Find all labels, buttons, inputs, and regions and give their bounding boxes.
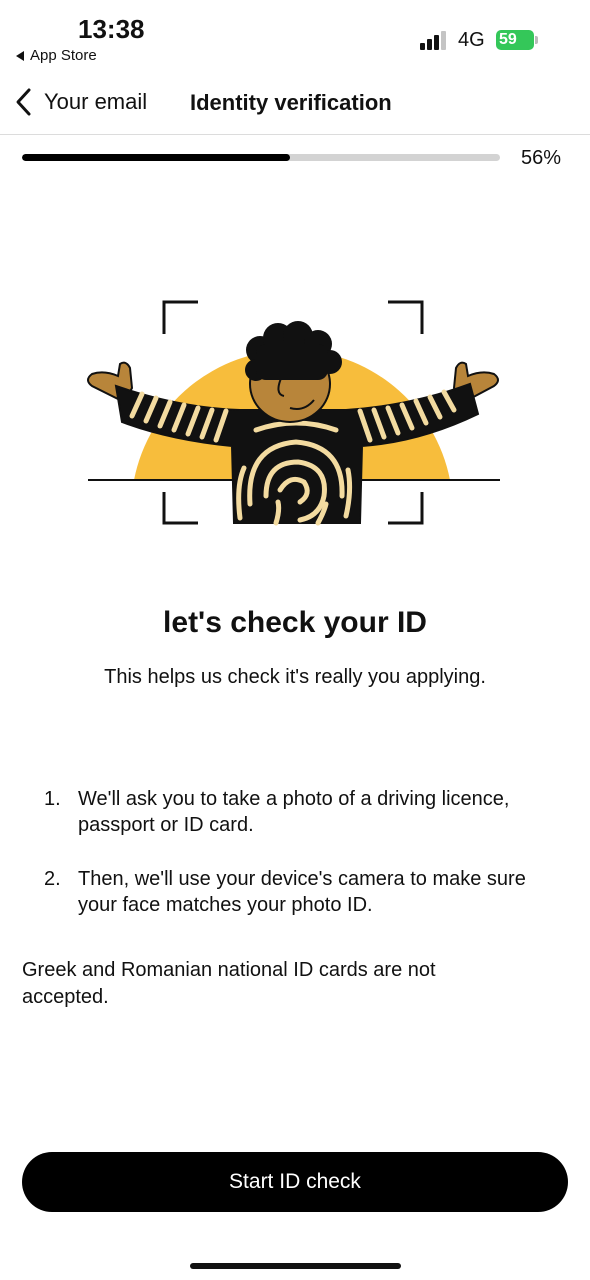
id-restriction-note: Greek and Romanian national ID cards are… xyxy=(22,959,436,1008)
home-indicator[interactable] xyxy=(190,1263,401,1269)
start-id-check-button[interactable]: Start ID check xyxy=(22,1152,568,1212)
chevron-left-icon xyxy=(16,88,31,116)
back-triangle-icon xyxy=(16,50,24,61)
back-app-label: App Store xyxy=(30,47,97,64)
navigation-bar: Your email Identity verification xyxy=(0,78,590,135)
back-to-app-store-link[interactable]: App Store xyxy=(16,47,97,64)
step-number: 1. xyxy=(44,788,61,810)
subtitle: This helps us check it's really you appl… xyxy=(104,666,486,688)
step-text: We'll ask you to take a photo of a drivi… xyxy=(78,788,510,836)
headline: let's check your ID xyxy=(163,606,427,639)
progress-bar xyxy=(22,154,500,161)
cellular-signal-icon xyxy=(420,30,450,50)
hair xyxy=(245,321,342,381)
progress-fill xyxy=(22,154,290,161)
step-number: 2. xyxy=(44,868,61,890)
network-type: 4G xyxy=(458,29,485,51)
page-title: Identity verification xyxy=(190,90,392,115)
back-button-label: Your email xyxy=(44,89,148,114)
list-item: 1. We'll ask you to take a photo of a dr… xyxy=(44,786,554,838)
battery-level: 59 xyxy=(496,30,534,50)
step-text: Then, we'll use your device's camera to … xyxy=(78,868,526,916)
list-item: 2. Then, we'll use your device's camera … xyxy=(44,866,554,918)
status-time: 13:38 xyxy=(78,14,145,44)
id-check-illustration xyxy=(87,300,500,526)
back-button[interactable]: Your email xyxy=(14,86,147,118)
status-bar: 13:38 App Store 4G 59 xyxy=(0,0,590,78)
steps-list: 1. We'll ask you to take a photo of a dr… xyxy=(44,786,554,946)
battery-icon: 59 xyxy=(496,30,538,50)
progress-percentage: 56% xyxy=(521,147,562,169)
